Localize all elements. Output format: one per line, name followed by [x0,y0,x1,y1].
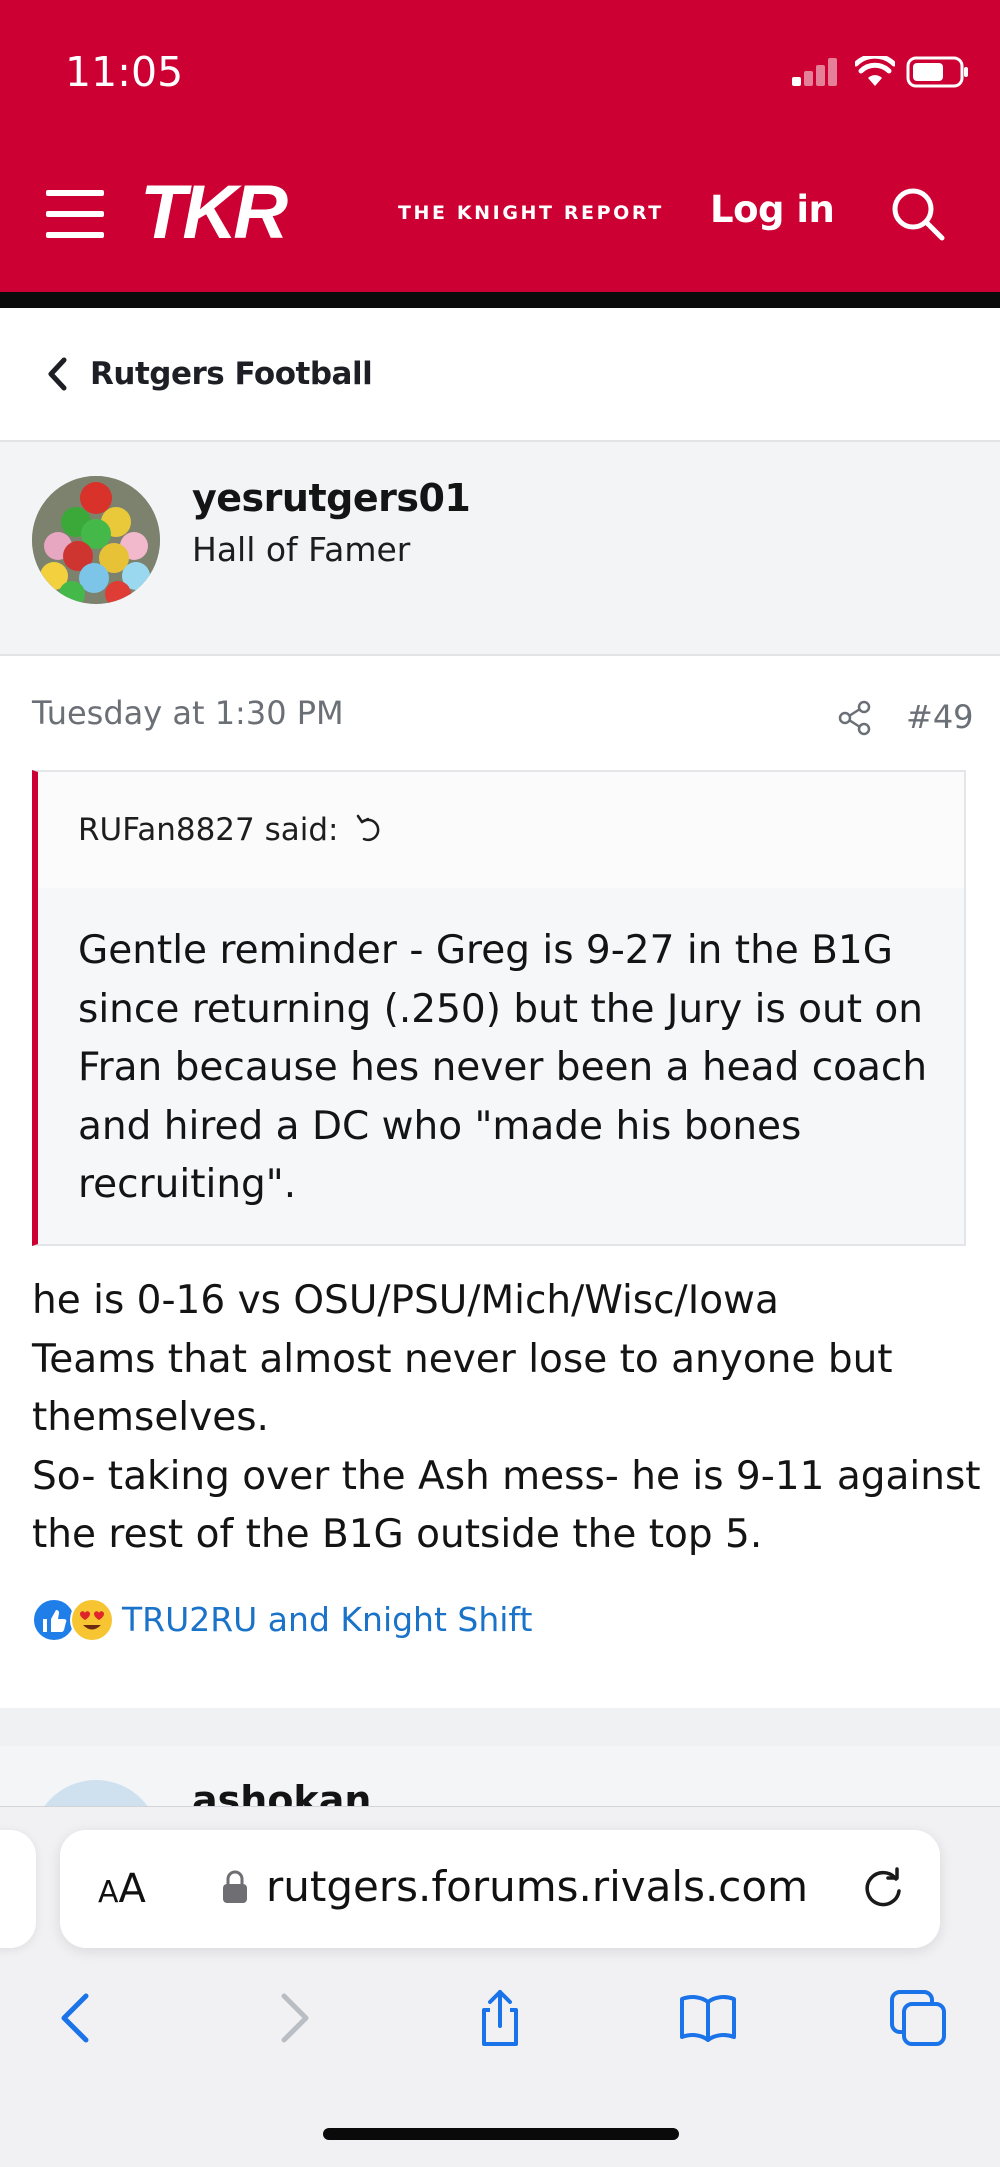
site-header [0,0,1000,292]
quote-author[interactable]: RUFan8827 said: [78,812,339,848]
share-icon[interactable] [470,1988,530,2048]
reload-icon[interactable] [858,1864,908,1914]
post-body: he is 0-16 vs OSU/PSU/Mich/Wisc/Iowa Tea… [32,1272,982,1565]
home-indicator [323,2128,679,2140]
previous-tab-peek[interactable] [0,1830,36,1948]
post-body-line: So- taking over the Ash mess- he is 9-11… [32,1453,981,1558]
login-button[interactable]: Log in [710,188,835,231]
next-post-header [0,1746,1000,1806]
chevron-left-icon [48,357,67,391]
avatar[interactable] [32,476,160,604]
jump-to-quote-icon[interactable] [352,812,386,846]
post-number[interactable]: #49 [906,698,974,736]
reader-options-button[interactable]: AA [98,1866,146,1912]
breadcrumb-label[interactable]: Rutgers Football [90,356,373,392]
search-icon[interactable] [888,184,948,244]
back-icon[interactable] [48,1988,108,2048]
post-date[interactable]: Tuesday at 1:30 PM [32,694,344,732]
logo-subtitle: THE KNIGHT REPORT [398,202,664,224]
lock-icon [223,1870,247,1903]
bookmarks-icon[interactable] [678,1988,738,2048]
forward-icon[interactable] [262,1988,322,2048]
user-title: Hall of Famer [192,530,411,569]
signal-icon [792,58,838,86]
username[interactable]: yesrutgers01 [192,476,471,520]
menu-button[interactable] [46,190,104,238]
post-body-line: he is 0-16 vs OSU/PSU/Mich/Wisc/Iowa [32,1278,779,1323]
url-text[interactable]: rutgers.forums.rivals.com [266,1862,808,1911]
tkr-logo[interactable]: TKR [140,180,400,242]
share-icon[interactable] [838,700,872,736]
love-icon [70,1598,114,1642]
header-divider [0,292,1000,308]
post-body-line: Teams that almost never lose to anyone b… [32,1336,893,1441]
svg-text:TKR: TKR [140,180,288,242]
tabs-icon[interactable] [888,1988,948,2048]
reaction-users-link[interactable]: TRU2RU and Knight Shift [122,1600,532,1639]
post-separator [0,1708,1000,1746]
wifi-icon [855,56,895,86]
menu-icon [46,190,104,196]
quote-text: Gentle reminder - Greg is 9-27 in the B1… [78,928,928,1207]
battery-icon [906,56,968,88]
status-time: 11:05 [65,48,184,96]
